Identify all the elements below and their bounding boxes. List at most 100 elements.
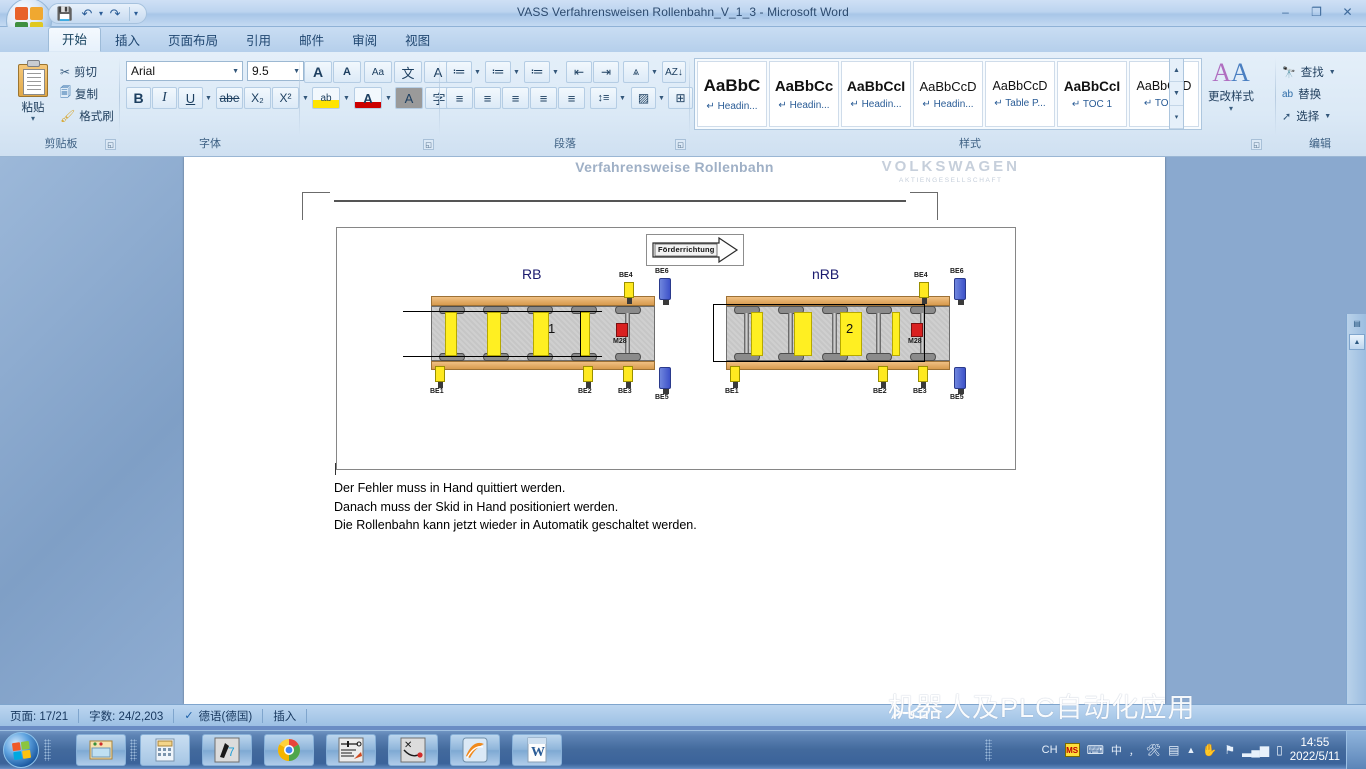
style-item[interactable]: AaBbCcI ↵ Headin... xyxy=(841,61,911,127)
line-spacing-button[interactable]: ↕≡ xyxy=(590,87,617,109)
shield-icon[interactable]: ✋ xyxy=(1202,743,1217,757)
style-item[interactable]: AaBbCcD ↵ Headin... xyxy=(913,61,983,127)
numbering-button[interactable]: ≔ xyxy=(485,61,511,83)
text-highlight-button[interactable]: ab xyxy=(312,87,340,109)
style-item[interactable]: AaBbCc ↵ Headin... xyxy=(769,61,839,127)
status-insert-mode[interactable]: 插入 xyxy=(263,707,306,725)
font-color-dropdown-icon[interactable]: ▼ xyxy=(383,87,394,109)
superscript-button[interactable]: X² xyxy=(272,87,299,109)
style-gallery-scrollbar[interactable]: ▲ ▼ ▾ xyxy=(1169,58,1184,130)
taskbar-calculator-button[interactable] xyxy=(140,734,190,766)
replace-button[interactable]: ab 替换 xyxy=(1282,84,1321,104)
toolbar-grip[interactable] xyxy=(130,739,137,761)
tab-insert[interactable]: 插入 xyxy=(101,29,154,52)
strikethrough-button[interactable]: abe xyxy=(216,87,243,109)
ime-toolbar-icon[interactable]: ⌨ xyxy=(1087,743,1104,757)
taskbar-chrome-button[interactable] xyxy=(264,734,314,766)
font-name-combo[interactable]: Arial ▼ xyxy=(126,61,243,81)
phonetic-guide-button[interactable]: 文 xyxy=(394,61,422,83)
customize-qat-icon[interactable]: ▾ xyxy=(134,9,138,18)
split-view-icon[interactable]: ▤ xyxy=(1350,316,1364,330)
numbering-dropdown-icon[interactable]: ▼ xyxy=(511,61,522,83)
battery-icon[interactable]: ▯ xyxy=(1276,743,1283,757)
subscript-button[interactable]: X₂ xyxy=(244,87,271,109)
tab-view[interactable]: 视图 xyxy=(391,29,444,52)
status-word-count[interactable]: 字数: 24/2,203 xyxy=(79,707,173,725)
redo-icon[interactable]: ↷ xyxy=(105,5,125,22)
justify-button[interactable]: ≡ xyxy=(530,87,557,109)
shading-button[interactable]: ▨ xyxy=(631,87,656,109)
close-button[interactable]: ✕ xyxy=(1333,2,1362,21)
distributed-button[interactable]: ≡ xyxy=(558,87,585,109)
find-button[interactable]: 🔭 查找 ▼ xyxy=(1282,62,1336,82)
show-desktop-button[interactable] xyxy=(1346,731,1366,769)
select-dropdown-icon[interactable]: ▼ xyxy=(1324,113,1331,120)
ime-punctuation-icon[interactable]: ， xyxy=(1129,743,1139,758)
start-button[interactable] xyxy=(3,732,39,768)
taskbar-explorer-button[interactable] xyxy=(76,734,126,766)
line-spacing-dropdown-icon[interactable]: ▼ xyxy=(617,87,628,109)
style-item[interactable]: AaBbC ↵ Headin... xyxy=(697,61,767,127)
tray-grip[interactable] xyxy=(985,739,992,761)
style-item[interactable]: AaBbCcI ↵ TOC 1 xyxy=(1057,61,1127,127)
paragraph-dialog-launcher[interactable]: ◱ xyxy=(675,139,686,150)
change-styles-button[interactable]: AA 更改样式 ▾ xyxy=(1200,58,1262,132)
underline-dropdown-icon[interactable]: ▼ xyxy=(203,87,214,109)
ime-mode-icon[interactable]: 中 xyxy=(1111,742,1122,758)
taskbar-word-button[interactable]: W xyxy=(512,734,562,766)
network-icon[interactable]: ▂▄▆ xyxy=(1242,743,1269,757)
style-scroll-down-icon[interactable]: ▼ xyxy=(1170,82,1183,105)
taskbar-plc-editor-button[interactable] xyxy=(326,734,376,766)
font-dialog-launcher[interactable]: ◱ xyxy=(423,139,434,150)
align-right-button[interactable]: ≡ xyxy=(502,87,529,109)
paste-dropdown-icon[interactable]: ▾ xyxy=(31,114,35,123)
undo-icon[interactable]: ↶ xyxy=(77,5,97,22)
taskbar-curve-tool-button[interactable]: ✕ xyxy=(388,734,438,766)
bullets-dropdown-icon[interactable]: ▼ xyxy=(472,61,483,83)
styles-dialog-launcher[interactable]: ◱ xyxy=(1251,139,1262,150)
save-icon[interactable]: 💾 xyxy=(55,5,75,22)
highlight-dropdown-icon[interactable]: ▼ xyxy=(341,87,352,109)
document-area[interactable]: Verfahrensweise Rollenbahn VOLKSWAGEN AK… xyxy=(0,157,1366,704)
status-language[interactable]: ✓ 德语(德国) xyxy=(174,707,262,725)
align-left-button[interactable]: ≡ xyxy=(446,87,473,109)
figure-container[interactable]: Förderrichtung RB xyxy=(336,227,1016,470)
align-center-button[interactable]: ≡ xyxy=(474,87,501,109)
clear-formatting-button[interactable]: Aa xyxy=(364,61,392,83)
tab-page-layout[interactable]: 页面布局 xyxy=(154,29,232,52)
ime-indicator[interactable]: CH xyxy=(1042,744,1058,756)
multilevel-list-button[interactable]: ≔ xyxy=(524,61,550,83)
ime-tools-icon[interactable]: 🛠 xyxy=(1146,743,1161,757)
tab-references[interactable]: 引用 xyxy=(232,29,285,52)
grow-font-button[interactable]: A xyxy=(304,61,332,83)
shading-dropdown-icon[interactable]: ▼ xyxy=(656,87,667,109)
decrease-indent-button[interactable]: ⇤ xyxy=(566,61,592,83)
find-dropdown-icon[interactable]: ▼ xyxy=(1329,69,1336,76)
toolbar-grip[interactable] xyxy=(44,739,51,761)
shrink-font-button[interactable]: A xyxy=(333,61,361,83)
style-item[interactable]: AaBbCcD ↵ TOC 2 xyxy=(1129,61,1199,127)
action-center-icon[interactable]: ⚑ xyxy=(1224,743,1235,757)
taskbar-foxit-button[interactable] xyxy=(450,734,500,766)
format-painter-button[interactable]: 🖌 格式刷 xyxy=(60,106,114,125)
sort-button[interactable]: AZ↓ xyxy=(662,61,686,83)
chevron-down-icon[interactable]: ▼ xyxy=(232,68,239,75)
character-shading-button[interactable]: A xyxy=(395,87,423,109)
taskbar-clock[interactable]: 14:55 2022/5/11 xyxy=(1290,736,1340,764)
style-item[interactable]: AaBbCcD ↵ Table P... xyxy=(985,61,1055,127)
font-size-combo[interactable]: 9.5 ▼ xyxy=(247,61,304,81)
scroll-up-button[interactable]: ▲ xyxy=(1349,334,1365,350)
asian-layout-dropdown-icon[interactable]: ▼ xyxy=(649,61,660,83)
bold-button[interactable]: B xyxy=(126,87,151,109)
select-button[interactable]: ➚ 选择 ▼ xyxy=(1282,106,1331,126)
increase-indent-button[interactable]: ⇥ xyxy=(593,61,619,83)
vertical-scrollbar[interactable]: ▤ ▲ ▼ ⇞ ◉ ⇟ xyxy=(1346,314,1366,704)
paste-button[interactable]: 粘贴 ▾ xyxy=(10,60,56,128)
copy-button[interactable]: 🗐 复制 xyxy=(60,84,98,103)
multilevel-dropdown-icon[interactable]: ▼ xyxy=(550,61,561,83)
asian-layout-button[interactable]: ⩓ xyxy=(623,61,649,83)
tab-mailings[interactable]: 邮件 xyxy=(285,29,338,52)
ime-logo-icon[interactable]: MS xyxy=(1065,743,1080,757)
case-dropdown-icon[interactable]: ▼ xyxy=(300,87,311,109)
style-scroll-up-icon[interactable]: ▲ xyxy=(1170,59,1183,82)
